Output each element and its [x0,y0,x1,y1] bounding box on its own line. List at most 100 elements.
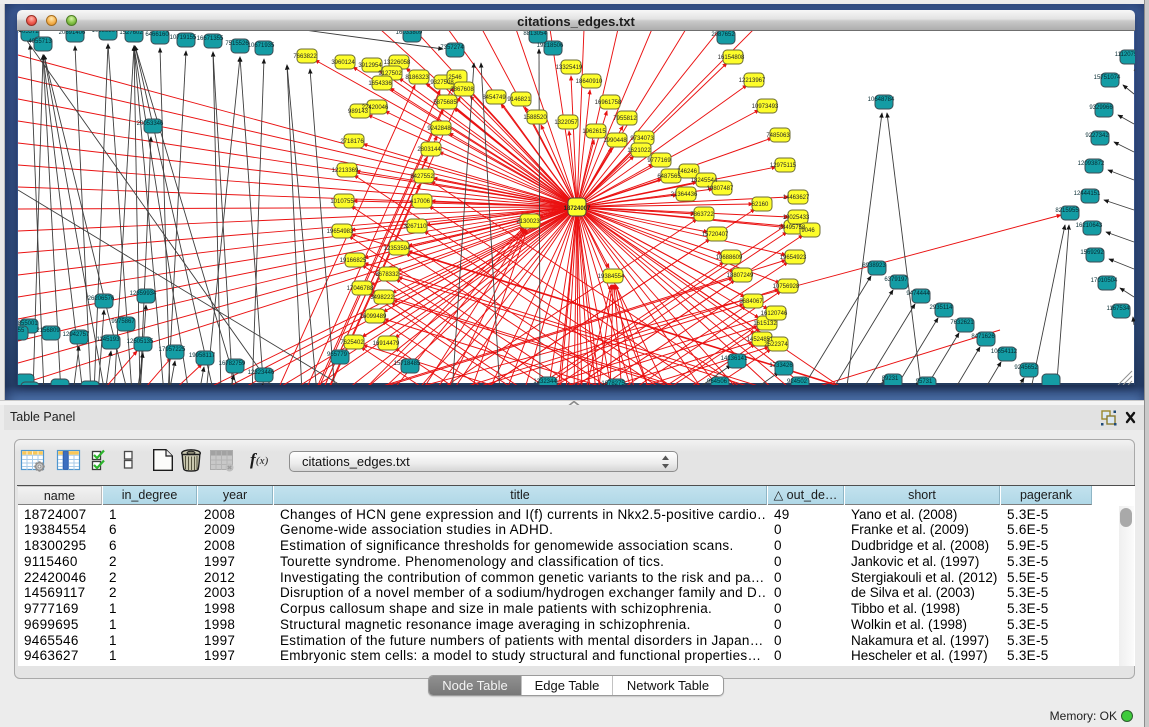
svg-text:16033809: 16033809 [396,31,423,36]
svg-text:2156809: 2156809 [36,328,60,334]
svg-text:2087652: 2087652 [711,32,735,38]
svg-text:1621022: 1621022 [627,148,651,154]
svg-text:9734073: 9734073 [630,136,654,142]
svg-text:9127502: 9127502 [378,71,402,77]
svg-text:20053346: 20053346 [137,121,164,127]
svg-text:3960124: 3960124 [331,60,355,66]
svg-text:26206576: 26206576 [88,296,115,302]
svg-text:9855001: 9855001 [18,321,38,327]
svg-text:9474444: 9474444 [906,291,930,297]
svg-text:8215955: 8215955 [1055,208,1079,214]
svg-text:8454749: 8454749 [482,95,506,101]
svg-text:4055713: 4055713 [28,39,52,45]
svg-text:16961758: 16961758 [595,100,622,106]
svg-text:7632621: 7632621 [950,320,974,326]
svg-text:6466160: 6466160 [145,32,169,38]
svg-text:16120746: 16120746 [761,311,788,317]
svg-text:7357274: 7357274 [440,45,464,51]
svg-text:964506: 964506 [707,379,728,385]
svg-text:965779: 965779 [327,352,348,358]
svg-text:10756928: 10756928 [773,284,800,290]
svg-text:(x): (x) [256,455,269,467]
svg-text:924502: 924502 [787,379,808,385]
svg-text:10025433: 10025433 [783,215,810,221]
svg-text:12505135: 12505135 [127,339,154,345]
svg-text:16210643: 16210643 [1076,223,1103,229]
svg-text:8427552: 8427552 [410,174,434,180]
svg-text:2867608: 2867608 [450,87,474,93]
svg-text:12444151: 12444151 [1074,191,1101,197]
svg-text:15751074: 15751074 [1094,75,1121,81]
svg-text:1322057: 1322057 [554,120,578,126]
svg-text:2522374: 2522374 [764,342,788,348]
svg-text:9329966: 9329966 [1089,105,1113,111]
svg-text:18640910: 18640910 [576,79,603,85]
svg-text:9046: 9046 [801,228,815,234]
svg-text:746246: 746246 [677,169,698,175]
svg-text:2546: 2546 [448,75,462,81]
svg-text:21364436: 21364436 [671,192,698,198]
svg-text:2803144: 2803144 [417,147,441,153]
svg-text:62160: 62160 [752,202,769,208]
svg-text:10807487: 10807487 [707,186,734,192]
svg-text:8813054: 8813054 [523,31,547,37]
svg-text:15720407: 15720407 [702,232,729,238]
svg-text:12213967: 12213967 [739,78,766,84]
svg-text:1232344: 1232344 [533,379,557,385]
svg-text:7625402: 7625402 [340,340,364,346]
svg-text:16671355: 16671355 [197,36,224,42]
svg-text:9975867: 9975867 [111,319,135,325]
svg-text:1733426: 1733426 [769,363,793,369]
svg-text:10719155: 10719155 [170,35,197,41]
svg-text:18807249: 18807249 [727,273,754,279]
svg-text:1962615: 1962615 [582,129,606,135]
svg-text:417006: 417006 [410,199,431,205]
svg-text:1569292: 1569292 [1080,250,1104,256]
svg-text:14136141: 14136141 [721,356,748,362]
svg-text:9777169: 9777169 [647,158,671,164]
svg-text:2130023: 2130023 [516,219,540,225]
svg-text:19384554: 19384554 [598,274,625,280]
svg-text:7485063: 7485063 [766,133,790,139]
svg-text:1990448: 1990448 [603,138,627,144]
svg-text:7663822: 7663822 [293,54,317,60]
svg-text:7955812: 7955812 [613,116,637,122]
svg-text:10654112: 10654112 [991,349,1018,355]
svg-text:19958117: 19958117 [189,353,216,359]
svg-text:9242848: 9242848 [427,126,451,132]
svg-text:18245544: 18245544 [691,178,718,184]
svg-text:19218506: 19218506 [537,43,564,49]
svg-text:13226058: 13226058 [384,60,411,66]
svg-text:13325419: 13325419 [556,65,583,71]
svg-text:14463627: 14463627 [783,195,810,201]
svg-text:1010755: 1010755 [330,199,354,205]
svg-text:12323446: 12323446 [248,370,275,376]
svg-text:12353594: 12353594 [384,246,411,252]
svg-text:20691406: 20691406 [59,31,86,36]
svg-text:7863722: 7863722 [690,212,714,218]
svg-text:3498222: 3498222 [370,295,394,301]
svg-text:8678332: 8678332 [375,272,399,278]
svg-text:39155: 39155 [18,328,25,334]
svg-text:10653267: 10653267 [92,31,119,34]
svg-text:1527602: 1527602 [119,31,143,36]
svg-text:12942757: 12942757 [63,332,90,338]
svg-text:6379197: 6379197 [884,277,908,283]
svg-text:10973493: 10973493 [752,104,779,110]
svg-text:7515526: 7515526 [225,41,249,47]
svg-text:9684067: 9684067 [739,299,763,305]
svg-text:89231: 89231 [882,376,899,382]
svg-text:2718176: 2718176 [340,139,364,145]
svg-text:8471626: 8471626 [971,334,995,340]
svg-text:8938923: 8938923 [862,263,886,269]
svg-text:1112075: 1112075 [1115,52,1135,58]
svg-text:19654983: 19654983 [327,229,354,235]
svg-text:10688609: 10688609 [716,255,743,261]
svg-text:17010504: 17010504 [1091,278,1118,284]
svg-text:1145193: 1145193 [97,337,121,343]
svg-text:9245652: 9245652 [1014,365,1038,371]
svg-text:16914479: 16914479 [373,341,400,347]
svg-text:1654336: 1654336 [368,81,392,87]
svg-text:1678275: 1678275 [601,381,625,385]
svg-text:95731: 95731 [916,379,933,385]
